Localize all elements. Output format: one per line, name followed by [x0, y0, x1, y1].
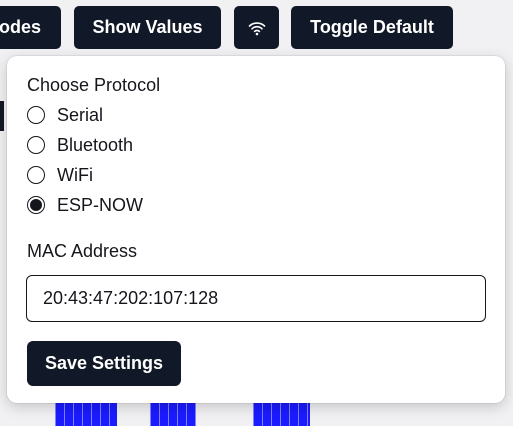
save-settings-button-label: Save Settings [44, 353, 164, 373]
protocol-option-wifi[interactable]: WiFi [27, 163, 93, 187]
protocol-option-label: ESP-NOW [57, 194, 144, 215]
show-values-button-label: Show Values [92, 17, 203, 37]
protocol-option-label: Serial [57, 104, 104, 125]
mac-address-input[interactable] [26, 275, 486, 322]
modes-button-label: odes [0, 17, 41, 37]
show-values-button[interactable]: Show Values [74, 6, 221, 49]
mac-address-label: MAC Address [27, 241, 138, 261]
protocol-option-label: WiFi [57, 164, 93, 185]
protocol-option-label: Bluetooth [57, 134, 134, 155]
protocol-settings-popover: Choose Protocol Serial Bluetooth WiFi ES… [7, 56, 505, 403]
radio-button[interactable] [27, 166, 45, 184]
wifi-settings-button[interactable] [234, 6, 279, 49]
radio-button[interactable] [27, 106, 45, 124]
protocol-heading: Choose Protocol [27, 75, 161, 95]
wifi-icon [248, 21, 265, 35]
save-settings-button[interactable]: Save Settings [27, 341, 181, 386]
radio-selected-dot [30, 199, 42, 211]
modes-button[interactable]: odes [0, 6, 61, 49]
toggle-default-button-label: Toggle Default [310, 17, 434, 37]
protocol-option-bluetooth[interactable]: Bluetooth [27, 133, 133, 157]
radio-button[interactable] [27, 136, 45, 154]
side-edge-marker [0, 101, 4, 131]
radio-button-selected[interactable] [27, 196, 45, 214]
protocol-option-serial[interactable]: Serial [27, 103, 103, 127]
protocol-option-esp-now[interactable]: ESP-NOW [27, 193, 143, 217]
toggle-default-button[interactable]: Toggle Default [291, 6, 453, 49]
